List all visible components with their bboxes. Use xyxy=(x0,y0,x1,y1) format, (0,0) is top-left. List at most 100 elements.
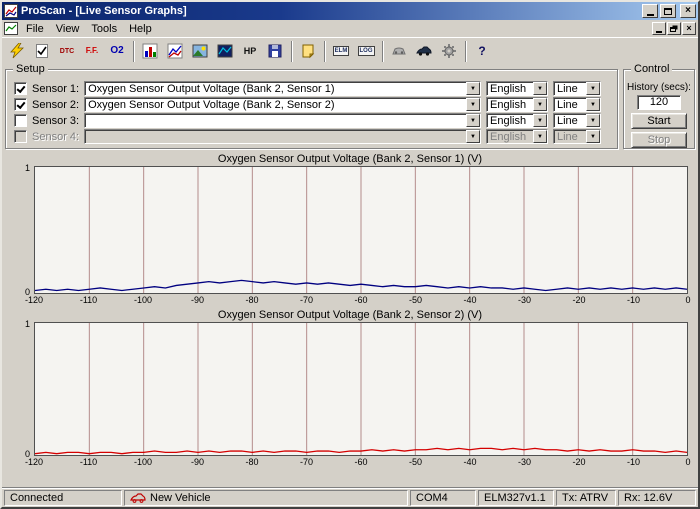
chevron-down-icon[interactable]: ▼ xyxy=(466,114,480,127)
dashboard-button[interactable] xyxy=(188,40,212,63)
sensor1-units-select[interactable]: English ▼ xyxy=(486,81,548,96)
sensor2-checkbox[interactable] xyxy=(14,98,27,111)
sensor2-select[interactable]: Oxygen Sensor Output Voltage (Bank 2, Se… xyxy=(84,97,481,112)
save-button[interactable] xyxy=(263,40,287,63)
sensor2-units-select[interactable]: English ▼ xyxy=(486,97,548,112)
start-button[interactable]: Start xyxy=(631,113,687,129)
history-input[interactable]: 120 xyxy=(637,95,681,110)
notes-button[interactable] xyxy=(296,40,320,63)
help-button[interactable]: ? xyxy=(470,40,494,63)
menu-file[interactable]: File xyxy=(20,22,50,36)
x-tick-label: -50 xyxy=(409,295,422,305)
sensor3-checkbox[interactable] xyxy=(14,114,27,127)
child-close-button[interactable]: × xyxy=(682,22,696,35)
vehicle-front-button[interactable] xyxy=(387,40,411,63)
tx-panel: Tx: ATRV xyxy=(556,490,616,506)
sensor3-units-select[interactable]: English ▼ xyxy=(486,113,548,128)
x-tick-label: -80 xyxy=(245,295,258,305)
freeze-frame-icon: F.F. xyxy=(86,47,98,55)
sensor4-units-value: English xyxy=(487,131,533,143)
x-tick-label: -10 xyxy=(627,295,640,305)
chevron-down-icon[interactable]: ▼ xyxy=(586,82,600,95)
line-graph-icon xyxy=(167,43,183,59)
control-legend: Control xyxy=(631,63,672,75)
sensor1-checkbox[interactable] xyxy=(14,82,27,95)
note-icon xyxy=(300,43,316,59)
sensor2-style-select[interactable]: Line ▼ xyxy=(553,97,601,112)
x-tick-label: -40 xyxy=(463,295,476,305)
chart2-title: Oxygen Sensor Output Voltage (Bank 2, Se… xyxy=(2,309,698,322)
chevron-down-icon[interactable]: ▼ xyxy=(586,114,600,127)
maximize-icon xyxy=(664,8,672,15)
sensor1-value: Oxygen Sensor Output Voltage (Bank 2, Se… xyxy=(85,83,466,95)
chevron-down-icon[interactable]: ▼ xyxy=(586,98,600,111)
dtc-icon: DTC xyxy=(60,48,74,55)
title-bar: ProScan - [Live Sensor Graphs] × xyxy=(2,2,698,20)
live-data-grid-button[interactable] xyxy=(138,40,162,63)
control-group: Control History (secs): 120 Start Stop xyxy=(623,69,695,149)
settings-button[interactable] xyxy=(437,40,461,63)
close-button[interactable]: × xyxy=(680,4,696,18)
horsepower-button[interactable]: HP xyxy=(238,40,262,63)
menu-tools[interactable]: Tools xyxy=(85,22,123,36)
x-tick-label: -120 xyxy=(25,295,43,305)
sensor2-label: Sensor 2: xyxy=(32,99,79,111)
chevron-down-icon[interactable]: ▼ xyxy=(466,82,480,95)
scene-icon xyxy=(192,43,208,59)
x-tick-label: -80 xyxy=(245,457,258,467)
maximize-button[interactable] xyxy=(660,4,676,18)
x-tick-label: -110 xyxy=(80,295,97,305)
x-tick-label: 0 xyxy=(685,295,690,305)
monitor-status-button[interactable] xyxy=(30,40,54,63)
sensor4-row: Sensor 4: ▼ English ▼ Line ▼ xyxy=(14,129,609,144)
child-restore-button[interactable] xyxy=(667,22,681,35)
toolbar-separator xyxy=(133,41,135,62)
live-graphs-button[interactable] xyxy=(163,40,187,63)
chevron-down-icon[interactable]: ▼ xyxy=(466,98,480,111)
proscan-window: ProScan - [Live Sensor Graphs] × File Vi… xyxy=(0,0,700,509)
sensor3-select[interactable]: ▼ xyxy=(84,113,481,128)
setup-legend: Setup xyxy=(13,63,48,75)
sensor3-style-select[interactable]: Line ▼ xyxy=(553,113,601,128)
sensor3-units-value: English xyxy=(487,115,533,127)
rx-panel: Rx: 12.6V xyxy=(618,490,696,506)
car-icon xyxy=(416,43,432,59)
com-port: COM4 xyxy=(416,492,448,504)
minimize-button[interactable] xyxy=(642,4,658,18)
menu-view[interactable]: View xyxy=(50,22,86,36)
toolbar-separator xyxy=(291,41,293,62)
connection-status: Connected xyxy=(10,492,63,504)
log-button[interactable]: LOG xyxy=(354,40,378,63)
x-tick-label: -30 xyxy=(518,295,531,305)
chevron-down-icon[interactable]: ▼ xyxy=(533,82,547,95)
oxygen-sensors-button[interactable]: O2 xyxy=(105,40,129,63)
sensor2-style-value: Line xyxy=(554,99,586,111)
sensor4-units-select: English ▼ xyxy=(486,129,548,144)
chevron-down-icon[interactable]: ▼ xyxy=(533,114,547,127)
chevron-down-icon[interactable]: ▼ xyxy=(533,98,547,111)
sensor1-units-value: English xyxy=(487,83,533,95)
dyno-button[interactable] xyxy=(213,40,237,63)
chart1-title: Oxygen Sensor Output Voltage (Bank 2, Se… xyxy=(2,153,698,166)
elm-console-button[interactable]: ELM xyxy=(329,40,353,63)
sensor1-style-value: Line xyxy=(554,83,586,95)
connect-button[interactable] xyxy=(5,40,29,63)
freeze-frame-button[interactable]: F.F. xyxy=(80,40,104,63)
x-tick-label: 0 xyxy=(685,457,690,467)
help-icon: ? xyxy=(478,44,485,58)
window-title: ProScan - [Live Sensor Graphs] xyxy=(21,5,640,17)
x-tick-label: -60 xyxy=(354,295,367,305)
sensor1-select[interactable]: Oxygen Sensor Output Voltage (Bank 2, Se… xyxy=(84,81,481,96)
x-tick-label: -10 xyxy=(627,457,640,467)
sensor2-units-value: English xyxy=(487,99,533,111)
sensor1-style-select[interactable]: Line ▼ xyxy=(553,81,601,96)
child-window-icon[interactable] xyxy=(4,22,18,35)
child-minimize-button[interactable] xyxy=(652,22,666,35)
toolbar-separator xyxy=(324,41,326,62)
menu-help[interactable]: Help xyxy=(123,22,158,36)
plot-area-sensor2 xyxy=(34,322,688,456)
tx-value: Tx: ATRV xyxy=(562,492,608,504)
plot-area-sensor1 xyxy=(34,166,688,294)
vehicle-button[interactable] xyxy=(412,40,436,63)
trouble-codes-button[interactable]: DTC xyxy=(55,40,79,63)
